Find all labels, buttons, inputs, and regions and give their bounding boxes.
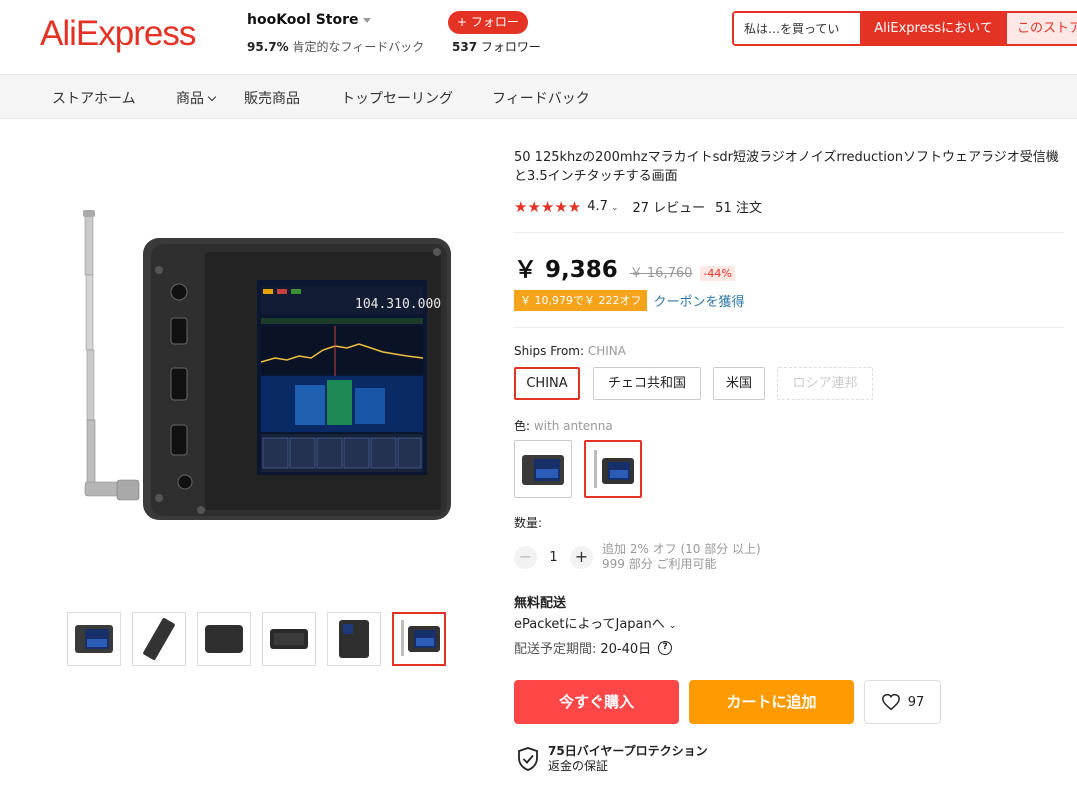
- store-name-text[interactable]: hooKool Store: [247, 12, 359, 28]
- followers-label: フォロワー: [477, 40, 541, 54]
- followers-number: 537: [452, 40, 478, 54]
- store-name[interactable]: hooKool Store: [247, 12, 371, 28]
- search-input[interactable]: [734, 13, 860, 44]
- original-price: ￥ 16,760: [629, 266, 693, 281]
- shield-check-icon: [518, 747, 538, 771]
- search-aliexpress-button[interactable]: AliExpressにおいて: [860, 13, 1007, 44]
- protection-subtitle: 返金の保証: [548, 759, 609, 773]
- product-title: 50 125khzの200mhzマラカイトsdr短波ラジオノイズrreducti…: [514, 150, 1059, 184]
- delivery-time-value: 20-40日: [600, 642, 652, 657]
- sdr-radio-image: 104.310.000: [83, 210, 451, 520]
- thumbnail-6[interactable]: [392, 612, 446, 666]
- price-row: ￥ 9,386 ￥ 16,760 -44%: [514, 250, 735, 284]
- ships-from-selected: CHINA: [587, 344, 626, 358]
- wishlist-button[interactable]: 97: [864, 680, 941, 724]
- search-bar: AliExpressにおいて このストア: [732, 11, 1077, 46]
- delivery-time-label: 配送予定期間:: [514, 642, 597, 657]
- orders-count: 51 注文: [715, 201, 762, 216]
- buy-now-button[interactable]: 今すぐ購入: [514, 680, 679, 724]
- current-price: ￥ 9,386: [514, 257, 618, 283]
- reviews-link[interactable]: 27 レビュー: [632, 197, 705, 216]
- protection-text: 75日バイヤープロテクション 返金の保証: [548, 744, 708, 774]
- rating-row: ★★★★★ 4.7 ⌄ 27 レビュー 51 注文: [514, 197, 762, 217]
- follow-button[interactable]: + フォロー: [448, 11, 528, 34]
- rating-number[interactable]: 4.7: [587, 199, 608, 214]
- ships-from-label: Ships From: CHINA: [514, 344, 626, 358]
- chevron-down-icon[interactable]: [207, 92, 217, 102]
- quantity-stepper: − 1 + 追加 2% オフ (10 部分 以上) 999 部分 ご利用可能: [514, 542, 761, 572]
- ships-from-option-czech[interactable]: チェコ共和国: [593, 367, 701, 400]
- nav-feedback[interactable]: フィードバック: [492, 88, 590, 108]
- rating-value[interactable]: 4.7 ⌄: [587, 199, 618, 214]
- thumbnail-image: [339, 620, 369, 658]
- thumbnail-image: [205, 625, 243, 653]
- protection-title: 75日バイヤープロテクション: [548, 744, 708, 758]
- caret-down-icon[interactable]: [362, 17, 371, 23]
- quantity-minus-button[interactable]: −: [514, 545, 537, 569]
- store-nav: ストアホーム 商品 販売商品 トップセーリング フィードバック: [0, 75, 1077, 119]
- available-stock-text: 999 部分 ご利用可能: [602, 557, 717, 571]
- swatch-image: [594, 450, 634, 488]
- bulk-discount-text: 追加 2% オフ (10 部分 以上): [602, 542, 761, 556]
- nav-on-sale[interactable]: 販売商品: [244, 88, 300, 108]
- quantity-input[interactable]: 1: [537, 550, 570, 565]
- shipping-method-select[interactable]: ePacketによってJapanへ ⌄: [514, 613, 676, 632]
- color-selected: with antenna: [533, 419, 613, 433]
- ships-from-option-us[interactable]: 米国: [713, 367, 765, 400]
- free-shipping-title: 無料配送: [514, 596, 567, 611]
- nav-products-label[interactable]: 商品: [176, 91, 204, 107]
- thumbnail-image: [270, 629, 308, 649]
- swatch-image: [522, 455, 564, 485]
- thumbnail-image: [401, 620, 440, 656]
- thumbnail-4[interactable]: [262, 612, 316, 666]
- nav-store-home[interactable]: ストアホーム: [52, 88, 136, 108]
- shipping-method-text[interactable]: ePacketによってJapanへ: [514, 617, 665, 632]
- get-coupon-link[interactable]: クーポンを獲得: [653, 291, 744, 310]
- heart-icon: [881, 693, 900, 711]
- followers-count: 537 フォロワー: [452, 38, 541, 55]
- ships-from-label-text: Ships From:: [514, 344, 588, 358]
- discount-badge: -44%: [700, 266, 735, 281]
- quantity-plus-button[interactable]: +: [570, 545, 593, 569]
- search-store-button[interactable]: このストア: [1007, 13, 1077, 44]
- color-option-with-antenna[interactable]: [584, 440, 642, 498]
- rating-stars-icon: ★★★★★: [514, 197, 582, 216]
- thumbnail-image: [143, 618, 175, 660]
- coupon-badge[interactable]: ￥ 10,979で￥ 222オフ: [514, 290, 648, 311]
- thumbnail-1[interactable]: [67, 612, 121, 666]
- chevron-down-icon[interactable]: ⌄: [611, 203, 619, 213]
- ships-from-option-china[interactable]: CHINA: [514, 367, 580, 400]
- add-to-cart-button[interactable]: カートに追加: [689, 680, 854, 724]
- svg-text:104.310.000: 104.310.000: [355, 297, 441, 312]
- divider: [514, 232, 1064, 233]
- chevron-down-icon[interactable]: ⌄: [669, 621, 677, 631]
- divider: [514, 327, 1064, 328]
- help-icon[interactable]: ?: [658, 640, 673, 655]
- quantity-info: 追加 2% オフ (10 部分 以上) 999 部分 ご利用可能: [602, 542, 761, 572]
- product-main-image[interactable]: 104.310.000: [65, 190, 465, 540]
- site-header: AliExpress hooKool Store 95.7% 肯定的なフィードバ…: [0, 0, 1077, 75]
- thumbnail-3[interactable]: [197, 612, 251, 666]
- quantity-label: 数量:: [514, 516, 543, 530]
- thumbnail-image: [75, 625, 113, 653]
- wishlist-count: 97: [907, 694, 925, 710]
- feedback-label: 肯定的なフィードバック: [288, 40, 425, 54]
- color-option-without-antenna[interactable]: [514, 440, 572, 498]
- buyer-protection: 75日バイヤープロテクション 返金の保証: [516, 744, 708, 774]
- thumbnail-5[interactable]: [327, 612, 381, 666]
- nav-top-selling[interactable]: トップセーリング: [341, 88, 453, 108]
- coupon-row: ￥ 10,979で￥ 222オフ クーポンを獲得: [514, 290, 745, 311]
- color-label: 色: with antenna: [514, 417, 613, 434]
- thumbnail-2[interactable]: [132, 612, 186, 666]
- nav-products[interactable]: 商品: [176, 88, 217, 108]
- store-feedback: 95.7% 肯定的なフィードバック: [247, 38, 424, 55]
- delivery-estimate: 配送予定期間: 20-40日?: [514, 638, 673, 657]
- feedback-percent: 95.7%: [247, 40, 289, 54]
- color-label-text: 色:: [514, 419, 534, 433]
- ships-from-option-russia: ロシア連邦: [777, 367, 873, 400]
- aliexpress-logo[interactable]: AliExpress: [40, 14, 196, 54]
